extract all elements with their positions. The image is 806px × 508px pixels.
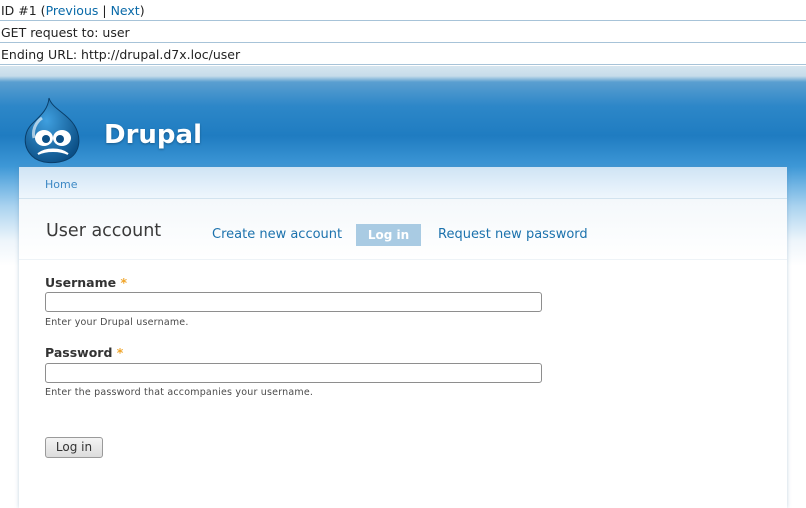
site-name[interactable]: Drupal [104,120,202,150]
main-content: Home User account Create new account Log… [19,167,787,508]
tab-log-in[interactable]: Log in [356,224,421,246]
password-description: Enter the password that accompanies your… [45,387,314,398]
debug-url-row: Ending URL: http://drupal.d7x.loc/user [0,44,806,65]
password-label: Password * [45,345,123,360]
previous-link[interactable]: Previous [46,3,99,18]
log-in-button[interactable]: Log in [45,437,103,458]
username-label: Username * [45,275,127,290]
breadcrumb-home-link[interactable]: Home [45,178,77,191]
debug-id-row: ID #1 (Previous | Next) [0,0,806,21]
debug-ending-url: Ending URL: http://drupal.d7x.loc/user [1,47,241,62]
debug-id-suffix: ) [139,3,145,18]
tab-create-new-account[interactable]: Create new account [212,224,342,246]
username-description: Enter your Drupal username. [45,317,189,328]
drupal-drop-logo-icon[interactable] [22,96,84,164]
required-marker: * [116,345,124,360]
tab-request-new-password[interactable]: Request new password [438,224,588,246]
debug-get-request: GET request to: user [1,25,130,40]
next-link[interactable]: Next [111,3,140,18]
page-title: User account [46,221,162,241]
debug-request-row: GET request to: user [0,22,806,43]
username-label-text: Username [45,275,117,290]
password-input[interactable] [45,363,542,383]
breadcrumb: Home [19,167,787,199]
password-label-text: Password [45,345,113,360]
username-input[interactable] [45,292,542,312]
debug-separator: | [98,3,111,18]
debug-id-prefix: ID #1 ( [1,3,46,18]
required-marker: * [120,275,127,290]
